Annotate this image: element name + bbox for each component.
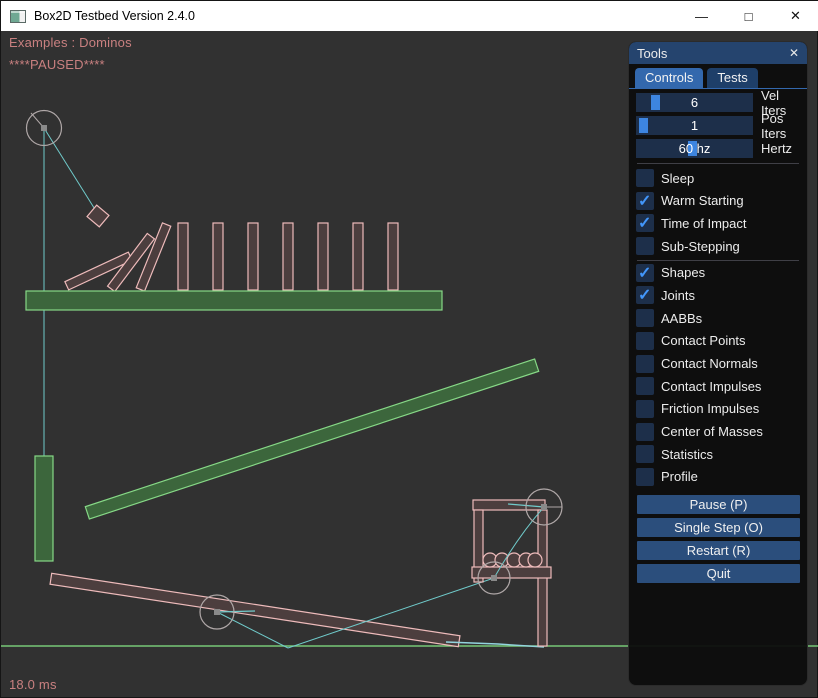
friction-impulses-checkbox[interactable] [636, 400, 654, 418]
checkbox-row-shapes[interactable]: Shapes [636, 264, 799, 282]
warm-starting-checkbox[interactable] [636, 192, 654, 210]
tab-controls[interactable]: Controls [635, 68, 703, 88]
checkbox-label: Contact Impulses [661, 379, 761, 394]
pendulum-rope-diagonal [44, 128, 96, 211]
tools-panel-titlebar[interactable]: Tools ✕ [629, 42, 807, 64]
seesaw-pivot-marker [214, 609, 220, 615]
checkbox-row-time-of-impact[interactable]: Time of Impact [636, 214, 799, 232]
checkbox-row-joints[interactable]: Joints [636, 286, 799, 304]
standing-domino-1 [178, 223, 188, 290]
pulley-wheel-center-marker [41, 125, 47, 131]
checkbox-label: Center of Masses [661, 424, 763, 439]
restart-button[interactable]: Restart (R) [637, 541, 800, 560]
checkbox-label: Shapes [661, 265, 705, 280]
pause-button[interactable]: Pause (P) [637, 495, 800, 514]
quit-button[interactable]: Quit [637, 564, 800, 583]
joints-checkbox[interactable] [636, 286, 654, 304]
checkbox-label: Joints [661, 288, 695, 303]
checkbox-row-center-of-masses[interactable]: Center of Masses [636, 423, 799, 441]
maximize-icon[interactable]: □ [725, 1, 772, 31]
tab-tests[interactable]: Tests [707, 68, 757, 88]
tab-bar: Controls Tests [635, 68, 807, 88]
separator [637, 260, 799, 261]
center-of-masses-checkbox[interactable] [636, 423, 654, 441]
standing-domino-5 [318, 223, 328, 290]
window-titlebar[interactable]: Box2D Testbed Version 2.4.0 — □ ✕ [1, 1, 818, 31]
aabbs-checkbox[interactable] [636, 309, 654, 327]
checkbox-row-statistics[interactable]: Statistics [636, 445, 799, 463]
slider-value: 6 [636, 93, 753, 112]
swinging-box [87, 205, 109, 227]
checkbox-row-profile[interactable]: Profile [636, 468, 799, 486]
standing-domino-3 [248, 223, 258, 290]
shelf-ball-5 [528, 553, 542, 567]
checkbox-row-warm-starting[interactable]: Warm Starting [636, 192, 799, 210]
slider-label: Hertz [761, 141, 792, 156]
checkbox-row-contact-normals[interactable]: Contact Normals [636, 355, 799, 373]
shapes-checkbox[interactable] [636, 264, 654, 282]
slider-value: 60 hz [636, 139, 753, 158]
pos-iters-slider[interactable]: 1 [636, 116, 753, 135]
cart-top-bar [473, 500, 545, 510]
separator [637, 163, 799, 164]
paused-status: ****PAUSED**** [9, 57, 105, 72]
checkbox-label: Time of Impact [661, 216, 746, 231]
contact-points-checkbox[interactable] [636, 332, 654, 350]
checkbox-row-friction-impulses[interactable]: Friction Impulses [636, 400, 799, 418]
slider-value: 1 [636, 116, 753, 135]
checkbox-label: Contact Normals [661, 356, 758, 371]
angled-plank [85, 359, 538, 519]
checkbox-row-sub-stepping[interactable]: Sub-Stepping [636, 237, 799, 255]
checkbox-label: Profile [661, 469, 698, 484]
standing-domino-6 [353, 223, 363, 290]
checkbox-label: Friction Impulses [661, 401, 759, 416]
app-icon [10, 10, 26, 23]
cart-shelf [472, 567, 551, 578]
statistics-checkbox[interactable] [636, 445, 654, 463]
rope-ground-to-cart [288, 578, 494, 648]
minimize-icon[interactable]: — [678, 1, 725, 31]
cart-wheel-marker [541, 504, 547, 510]
window-title: Box2D Testbed Version 2.4.0 [34, 9, 195, 23]
checkbox-label: Sleep [661, 171, 694, 186]
checkbox-label: Sub-Stepping [661, 239, 740, 254]
sub-stepping-checkbox[interactable] [636, 237, 654, 255]
checkbox-row-aabbs[interactable]: AABBs [636, 309, 799, 327]
contact-normals-checkbox[interactable] [636, 355, 654, 373]
window-controls: — □ ✕ [678, 1, 818, 31]
contact-impulses-checkbox[interactable] [636, 377, 654, 395]
hertz-slider[interactable]: 60 hz [636, 139, 753, 158]
sleep-checkbox[interactable] [636, 169, 654, 187]
shelf-anchor-marker [491, 575, 497, 581]
time-of-impact-checkbox[interactable] [636, 214, 654, 232]
checkbox-row-contact-impulses[interactable]: Contact Impulses [636, 377, 799, 395]
standing-domino-2 [213, 223, 223, 290]
checkbox-label: Contact Points [661, 333, 746, 348]
frame-time: 18.0 ms [9, 677, 57, 692]
single-step-button[interactable]: Single Step (O) [637, 518, 800, 537]
standing-domino-7 [388, 223, 398, 290]
example-title: Examples : Dominos [9, 35, 132, 50]
checkbox-label: AABBs [661, 311, 702, 326]
checkbox-label: Warm Starting [661, 193, 744, 208]
checkbox-row-sleep[interactable]: Sleep [636, 169, 799, 187]
panel-close-icon[interactable]: ✕ [789, 42, 799, 64]
vel-iters-slider[interactable]: 6 [636, 93, 753, 112]
platform-shelf [26, 291, 442, 310]
checkbox-label: Statistics [661, 447, 713, 462]
tools-panel-title: Tools [637, 46, 667, 61]
profile-checkbox[interactable] [636, 468, 654, 486]
tools-panel: Tools ✕ Controls Tests 6 Vel Iters 1 Pos… [628, 41, 808, 686]
slider-label: Pos Iters [761, 111, 799, 141]
button-stack: Pause (P) Single Step (O) Restart (R) Qu… [629, 495, 807, 583]
checkbox-row-contact-points[interactable]: Contact Points [636, 332, 799, 350]
close-icon[interactable]: ✕ [772, 1, 818, 31]
vertical-board [35, 456, 53, 561]
standing-domino-4 [283, 223, 293, 290]
